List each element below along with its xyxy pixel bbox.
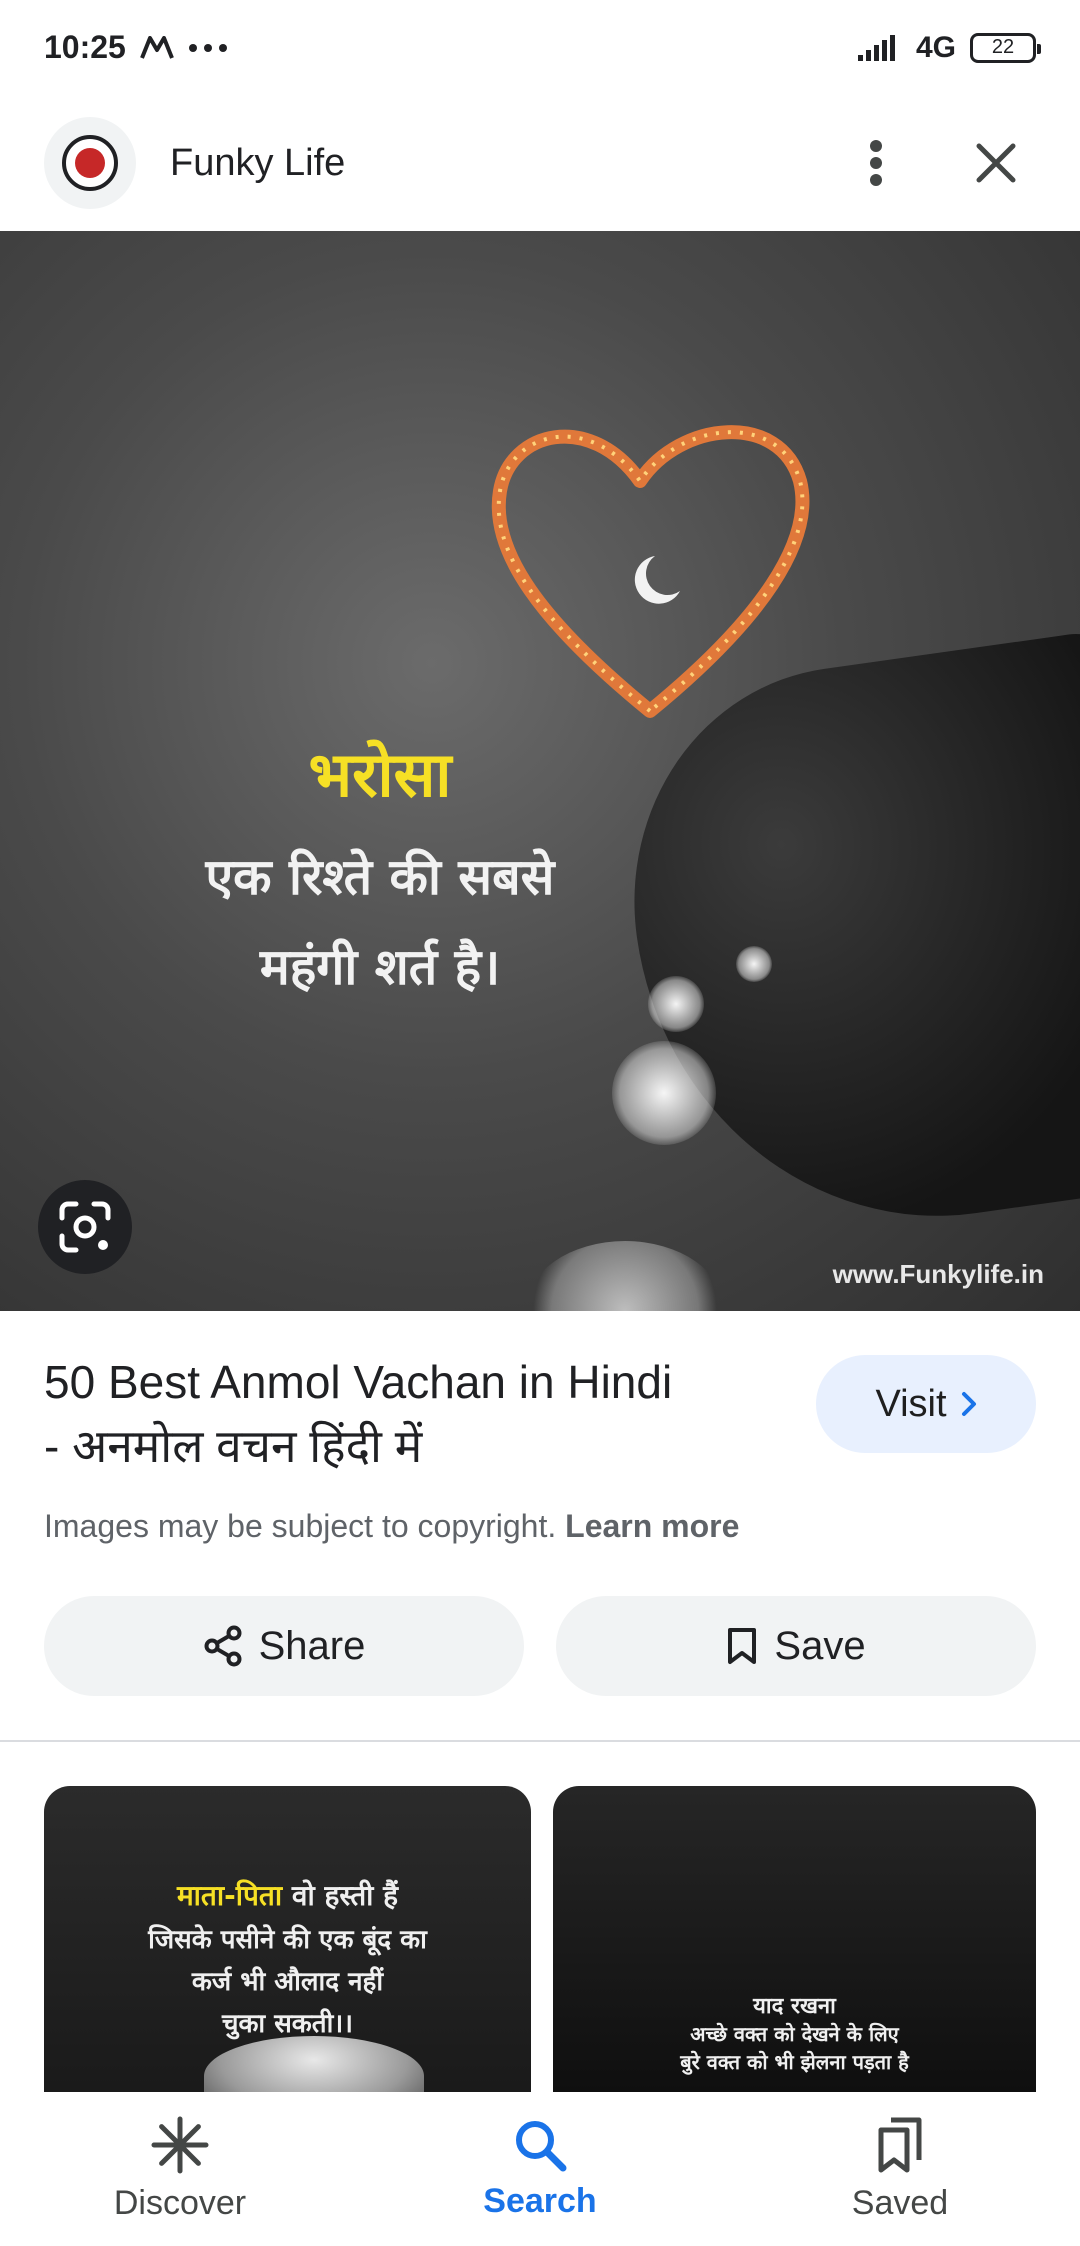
share-button[interactable]: Share (44, 1596, 524, 1696)
related-image-card[interactable]: माता-पिता वो हस्ती हैं जिसके पसीने की एक… (44, 1786, 531, 2092)
related-quote-line: जिसके पसीने की एक बूंद का (148, 1925, 427, 1955)
site-logo (62, 135, 118, 191)
save-label: Save (774, 1623, 866, 1668)
result-title[interactable]: 50 Best Anmol Vachan in Hindi - अनमोल वच… (44, 1350, 764, 1478)
quote-line-1: एक रिश्ते की सबसे (205, 848, 555, 906)
more-options-button[interactable] (836, 123, 916, 203)
bookmark-icon (728, 1628, 757, 1664)
close-button[interactable] (956, 123, 1036, 203)
nav-search[interactable]: Search (360, 2092, 720, 2246)
bookmarks-icon (878, 2117, 922, 2172)
network-type: 4G (915, 30, 956, 64)
nav-discover[interactable]: Discover (0, 2092, 360, 2246)
status-bar: 10:25 4G 22 (0, 0, 1080, 95)
visit-label: Visit (875, 1382, 947, 1425)
status-right: 4G 22 (857, 30, 1041, 65)
search-icon (516, 2120, 567, 2171)
more-vert-icon (870, 140, 882, 186)
related-quote-line: याद रखना (753, 1994, 836, 2019)
battery-level: 22 (991, 36, 1015, 58)
related-quote-line-1: वो हस्ती हैं (282, 1879, 399, 1912)
copyright-notice: Images may be subject to copyright. Lear… (44, 1508, 739, 1545)
hands-image (204, 2036, 424, 2092)
status-left: 10:25 (44, 29, 228, 66)
nav-search-label: Search (483, 2181, 597, 2220)
share-label: Share (258, 1623, 366, 1668)
save-button[interactable]: Save (556, 1596, 1036, 1696)
nav-saved-label: Saved (851, 2183, 949, 2222)
more-notifications-icon (188, 43, 227, 52)
related-quote-highlight: माता-पिता (176, 1879, 283, 1912)
site-name: Funky Life (170, 141, 346, 184)
section-divider (0, 1740, 1080, 1742)
related-quote-line: चुका सकती।। (221, 2009, 354, 2039)
learn-more-link[interactable]: Learn more (565, 1508, 739, 1544)
result-title-line-1: 50 Best Anmol Vachan in Hindi (44, 1356, 673, 1408)
visit-button[interactable]: Visit (816, 1355, 1036, 1453)
nav-saved[interactable]: Saved (720, 2092, 1080, 2246)
site-avatar[interactable] (44, 117, 136, 209)
bokeh-light (525, 1241, 725, 1311)
bottom-navigation: Discover Search Saved (0, 2092, 1080, 2246)
heart-lights-image (491, 425, 810, 718)
lens-icon (59, 1201, 111, 1253)
related-quote-line: अच्छे वक्त को देखने के लिए (690, 2022, 899, 2046)
related-image-card[interactable]: याद रखना अच्छे वक्त को देखने के लिए बुरे… (553, 1786, 1036, 2092)
nav-discover-label: Discover (113, 2183, 247, 2222)
related-quote-line: माता-पिता वो हस्ती हैं (44, 1876, 531, 1914)
result-image[interactable]: भरोसा एक रिश्ते की सबसे महंगी शर्त है। w… (0, 231, 1080, 1311)
chevron-right-icon (961, 1392, 976, 1416)
bokeh-light (612, 1041, 716, 1145)
quote-line-2: महंगी शर्त है। (259, 938, 501, 996)
asterisk-icon (151, 2116, 209, 2173)
copyright-text: Images may be subject to copyright. (44, 1508, 557, 1544)
notification-m-icon (139, 35, 174, 59)
quote-title: भरोसा (308, 738, 452, 811)
lens-search-button[interactable] (38, 1180, 132, 1274)
close-icon (976, 143, 1016, 183)
related-quote-line: बुरे वक्त को भी झेलना पड़ता है (680, 2050, 909, 2074)
status-time: 10:25 (44, 29, 126, 65)
image-watermark: www.Funkylife.in (832, 1259, 1044, 1289)
result-title-line-2: - अनमोल वचन हिंदी में (44, 1420, 423, 1472)
battery-icon: 22 (970, 32, 1041, 63)
signal-icon (857, 34, 895, 61)
share-icon (204, 1625, 242, 1667)
related-quote-line: कर्ज भी औलाद नहीं (191, 1967, 384, 1997)
source-header: Funky Life (0, 95, 1080, 231)
